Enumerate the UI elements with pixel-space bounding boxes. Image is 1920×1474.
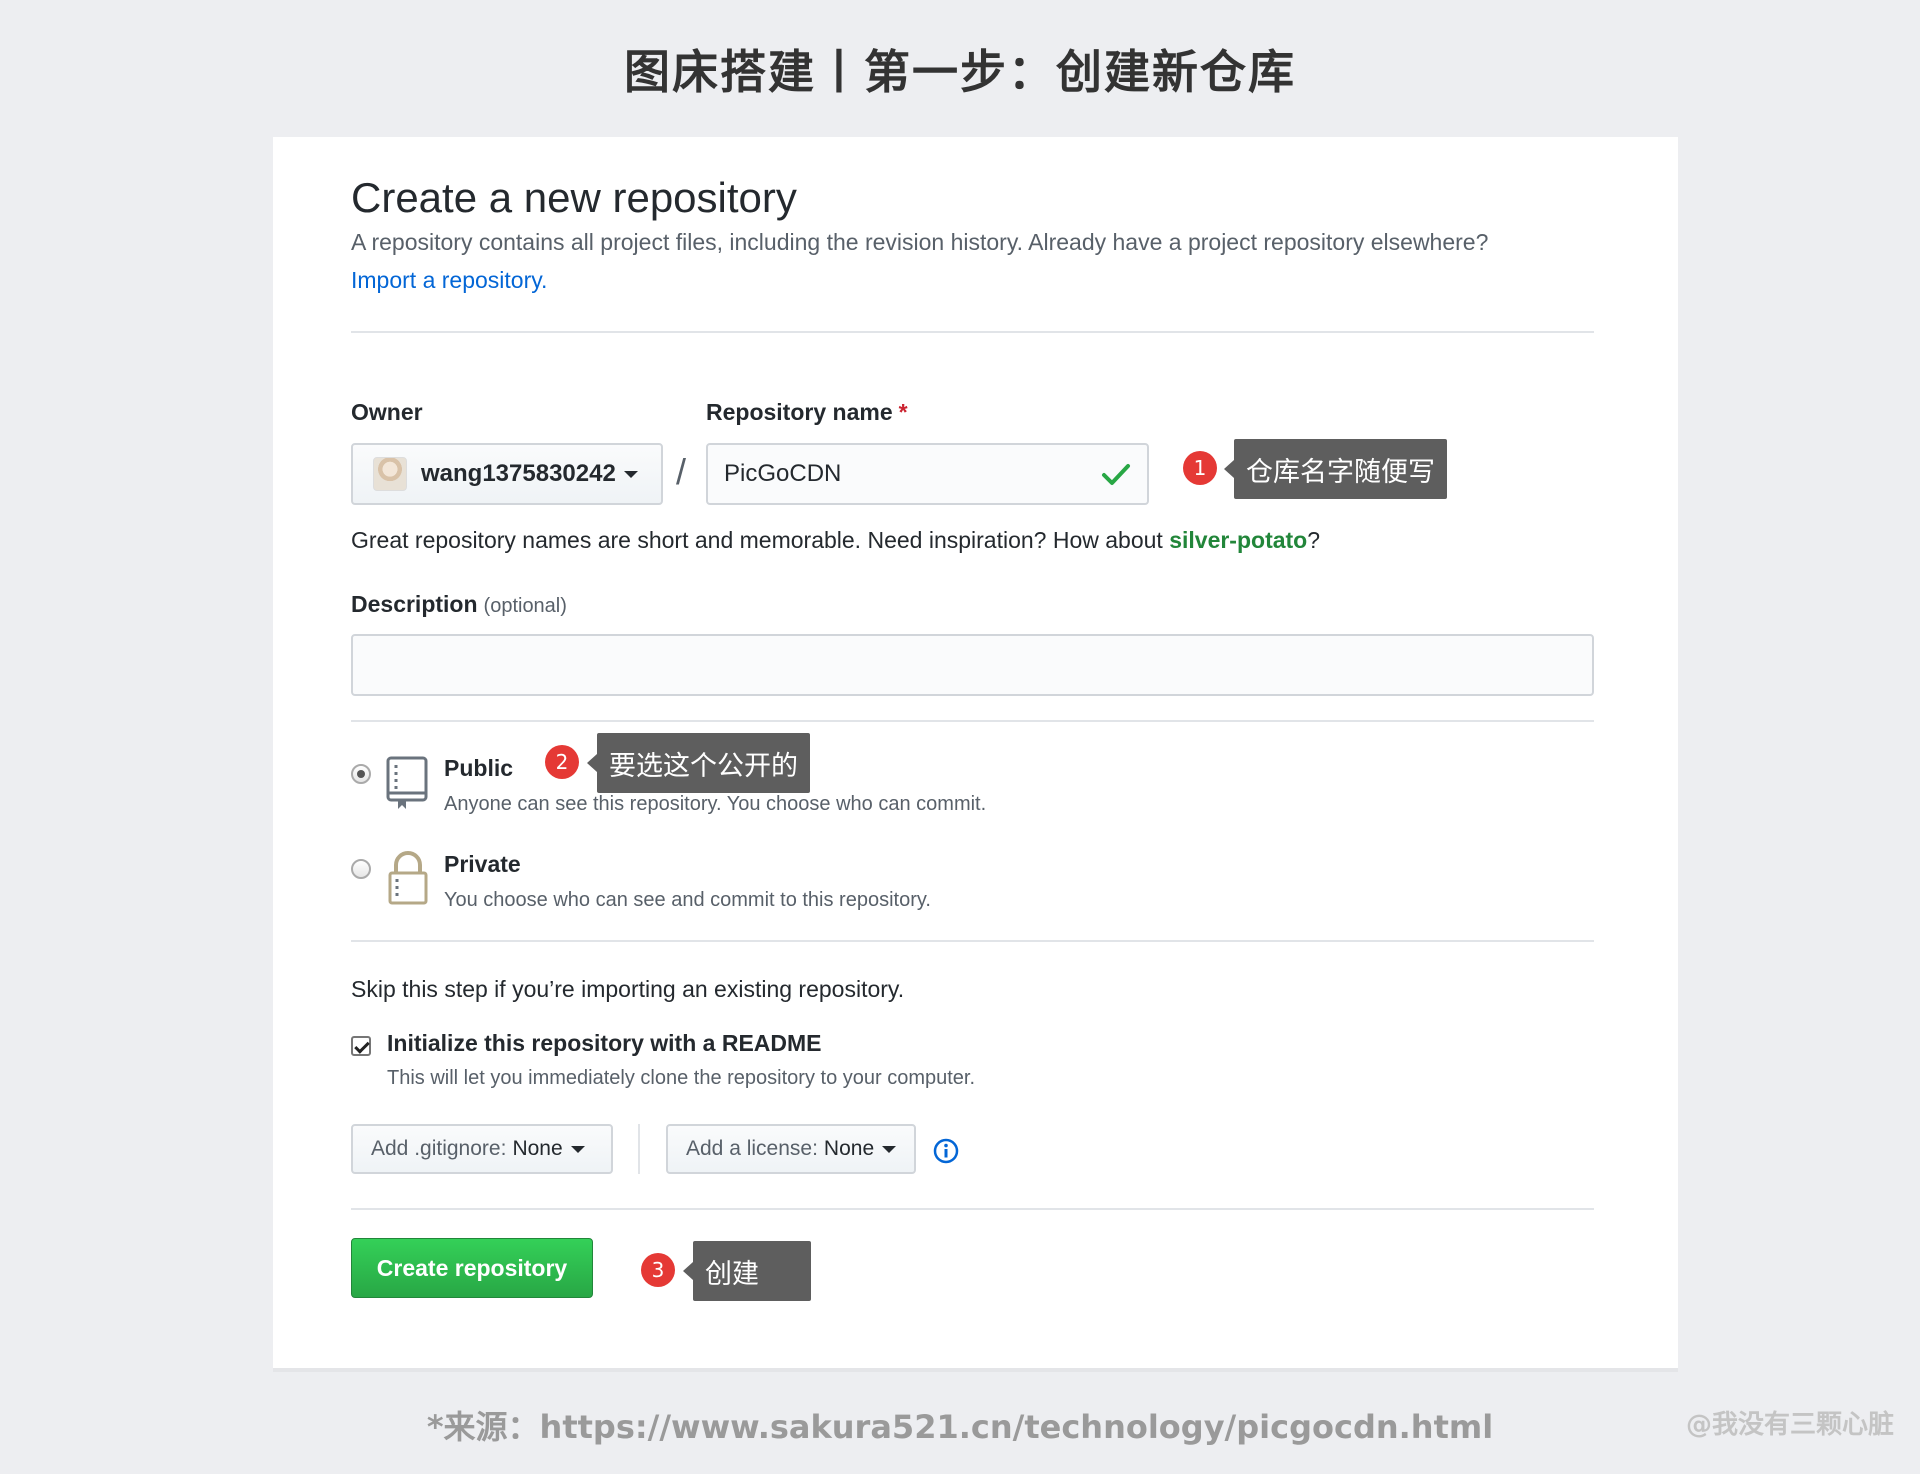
gitignore-dropdown[interactable]: Add .gitignore: None (351, 1124, 613, 1174)
divider (351, 331, 1594, 333)
private-option-note: You choose who can see and commit to thi… (444, 889, 931, 911)
annotation-callout-3: 创建 (683, 1241, 811, 1301)
optional-note: (optional) (483, 595, 567, 617)
annotation-callout-1: 仓库名字随便写 (1224, 439, 1447, 499)
select-separator (638, 1124, 640, 1174)
license-dropdown[interactable]: Add a license: None (666, 1124, 916, 1174)
watermark: @我没有三颗心脏 (1685, 1410, 1894, 1440)
lock-icon (388, 851, 428, 905)
hint-prefix: Great repository names are short and mem… (351, 527, 1170, 553)
info-icon[interactable] (933, 1138, 959, 1164)
public-radio[interactable] (351, 764, 371, 784)
init-readme-checkbox[interactable] (351, 1036, 371, 1056)
annotation-badge-3: 3 (641, 1253, 675, 1287)
public-option-title[interactable]: Public (444, 755, 513, 782)
description-input[interactable] (351, 634, 1594, 696)
public-option-note: Anyone can see this repository. You choo… (444, 793, 987, 815)
license-label: Add a license: (686, 1137, 818, 1160)
owner-name: wang1375830242 (421, 460, 616, 487)
import-repository-link[interactable]: Import a repository. (351, 267, 547, 294)
description-label: Description (optional) (351, 591, 567, 618)
owner-repo-separator: / (676, 451, 687, 492)
repo-name-label-text: Repository name (706, 399, 893, 425)
divider (351, 940, 1594, 942)
card-bottom-border (273, 1368, 1678, 1372)
gitignore-value: None (512, 1137, 563, 1160)
repository-name-input[interactable]: PicGoCDN (706, 443, 1149, 505)
check-icon (1102, 464, 1130, 485)
create-repo-card: Create a new repository A repository con… (273, 137, 1678, 1372)
divider (351, 1208, 1594, 1210)
repository-name-value: PicGoCDN (724, 460, 842, 487)
repo-icon (386, 756, 428, 809)
annotation-badge-1: 1 (1183, 451, 1217, 485)
skip-step-note: Skip this step if you’re importing an ex… (351, 976, 905, 1002)
init-readme-note: This will let you immediately clone the … (387, 1067, 976, 1089)
private-radio[interactable] (351, 859, 371, 879)
suggested-name-link[interactable]: silver-potato (1169, 527, 1307, 553)
page-heading: 图床搭建丨第一步：创建新仓库 (624, 45, 1296, 99)
description-label-text: Description (351, 591, 478, 617)
divider (351, 720, 1594, 722)
chevron-down-icon (570, 1145, 585, 1153)
gitignore-label: Add .gitignore: (371, 1137, 507, 1160)
chevron-down-icon (623, 470, 638, 478)
annotation-callout-2: 要选这个公开的 (587, 733, 810, 793)
init-readme-label[interactable]: Initialize this repository with a README (387, 1030, 822, 1057)
source-caption: *来源：https://www.sakura521.cn/technology/… (426, 1408, 1494, 1446)
avatar (373, 457, 407, 491)
subtitle: A repository contains all project files,… (351, 229, 1489, 255)
annotation-badge-2: 2 (545, 745, 579, 779)
chevron-down-icon (882, 1145, 897, 1153)
hint-suffix: ? (1307, 527, 1321, 553)
private-option-title[interactable]: Private (444, 851, 521, 878)
repo-name-label: Repository name * (706, 399, 908, 426)
owner-dropdown[interactable]: wang1375830242 (351, 443, 663, 505)
create-repository-button[interactable]: Create repository (351, 1238, 593, 1298)
page-title: Create a new repository (351, 174, 797, 221)
name-suggestion-hint: Great repository names are short and mem… (351, 527, 1320, 554)
required-mark: * (898, 399, 908, 425)
owner-label: Owner (351, 399, 423, 425)
license-value: None (823, 1137, 875, 1160)
